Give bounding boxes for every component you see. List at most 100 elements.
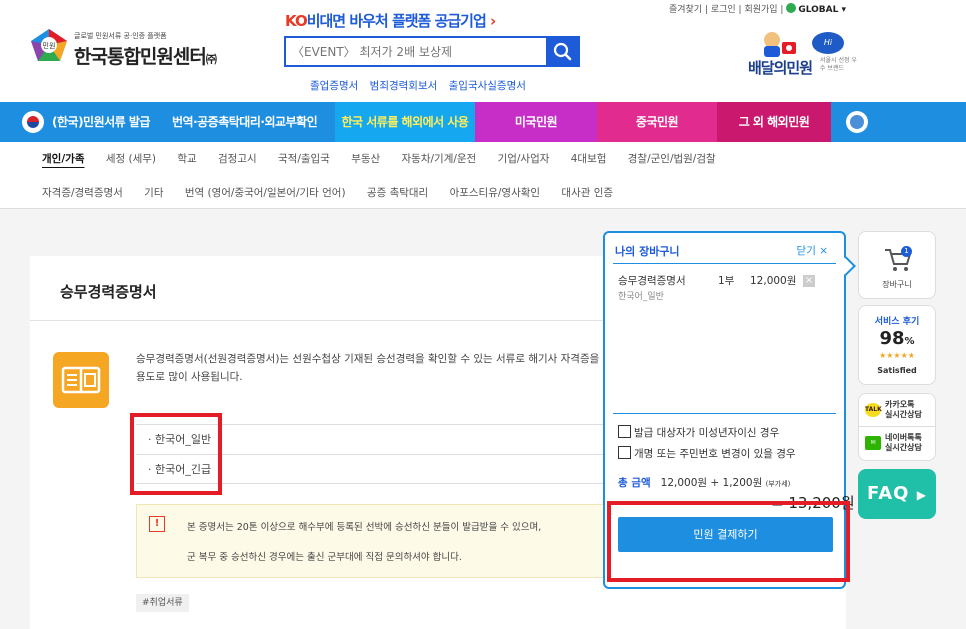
un-globe-icon[interactable] (846, 111, 868, 133)
name-change-checkbox[interactable]: 개명 또는 주민번호 변경이 있을 경우 (618, 446, 796, 461)
subnav-school[interactable]: 학교 (177, 153, 196, 165)
notice-line-1: 본 증명서는 20톤 이상으로 해수부에 등록된 선박에 승선하신 분들이 발급… (187, 522, 542, 533)
review-score: 98% (879, 328, 915, 349)
document-icon (53, 352, 109, 408)
global-label: GLOBAL (798, 5, 839, 15)
rail-cart-button[interactable]: 1 장바구니 (858, 231, 936, 299)
total-label: 총 금액 (618, 477, 651, 489)
logo-pentagon-icon: 민원 (31, 29, 67, 61)
logo-subtitle: 글로벌 민원서류 공·인증 플랫폼 (74, 32, 167, 40)
nav-use-abroad[interactable]: 한국 서류를 해외에서 사용 (335, 102, 475, 142)
name-change-label: 개명 또는 주민번호 변경이 있을 경우 (634, 448, 796, 460)
subnav-tax[interactable]: 세정 (세무) (106, 153, 156, 165)
main-nav: (한국)민원서류 발급 번역·공증촉탁대리·외교부확인 한국 서류를 해외에서 … (0, 102, 966, 142)
cart-count-badge: 1 (901, 246, 912, 257)
service-review-widget[interactable]: 서비스 후기 98% ★★★★★ Satisfied (858, 305, 936, 385)
quick-link-immigration[interactable]: 출입국사실증명서 (449, 80, 526, 92)
logo-name: 한국통합민원센터㈜ (74, 46, 217, 68)
global-link[interactable]: GLOBAL ▾ (786, 3, 846, 15)
subnav-realestate[interactable]: 부동산 (351, 153, 380, 165)
subnav-translation[interactable]: 번역 (영어/중국어/일본어/기타 언어) (185, 187, 346, 199)
checkbox-box[interactable] (618, 425, 631, 438)
minor-applicant-label: 발급 대상자가 미성년자이신 경우 (634, 427, 780, 439)
subnav-personal-family[interactable]: 개인/가족 (42, 153, 84, 165)
subnav-notary[interactable]: 공증 촉탁대리 (367, 187, 428, 199)
subnav-business[interactable]: 기업/사업자 (498, 153, 550, 165)
remove-item-icon[interactable]: × (803, 275, 815, 287)
kakao-label: 카카오톡 실시간상담 (885, 400, 922, 419)
subnav-certificates[interactable]: 자격증/경력증명서 (42, 187, 123, 199)
subnav-row2: 자격증/경력증명서 기타 번역 (영어/중국어/일본어/기타 언어) 공증 촉탁… (42, 185, 631, 200)
play-icon: ▶ (916, 488, 927, 502)
nav-translation-notary[interactable]: 번역·공증촉탁대리·외교부확인 (172, 102, 318, 142)
highlight-pay-button (607, 501, 850, 582)
review-status: Satisfied (877, 366, 917, 375)
delivery-character-icon (764, 32, 796, 57)
subnav-police-court[interactable]: 경찰/군인/법원/검찰 (628, 153, 716, 165)
review-stars-icon: ★★★★★ (879, 351, 915, 360)
total-formula: 12,000원 + 1,200원 (660, 477, 763, 489)
nav-other-countries[interactable]: 그 외 해외민원 (717, 102, 831, 142)
rail-cart-label: 장바구니 (882, 280, 912, 289)
signup-link[interactable]: 회원가입 (744, 5, 777, 15)
total-vat: (부가세) (765, 480, 791, 488)
subnav-insurance[interactable]: 4대보험 (571, 153, 607, 165)
naver-label: 네이버톡톡 실시간상담 (885, 433, 922, 452)
subnav-row1: 개인/가족 세정 (세무) 학교 검정고시 국적/출입국 부동산 자동차/기계/… (42, 151, 734, 166)
kakao-chat-button[interactable]: TALK 카카오톡 실시간상담 (858, 393, 936, 427)
warning-icon: ! (149, 516, 165, 532)
faq-label: FAQ (867, 483, 910, 504)
subnav-nationality[interactable]: 국적/출입국 (278, 153, 330, 165)
svg-text:민원: 민원 (43, 41, 56, 50)
cart-bottom-divider (613, 413, 836, 414)
delivery-badge[interactable]: Hi Seoul 배달의민원 서울시 선정 우수 브랜드 (748, 28, 888, 78)
chevron-right-icon: › (485, 12, 496, 30)
subnav-embassy[interactable]: 대사관 인증 (561, 187, 613, 199)
voucher-banner[interactable]: KO비대면 바우처 플랫폼 공급기업 › (285, 10, 560, 32)
kakao-talk-icon: TALK (865, 403, 882, 417)
subnav-ged[interactable]: 검정고시 (218, 153, 257, 165)
cart-close-button[interactable]: 닫기 × (797, 243, 828, 258)
subnav-vehicle[interactable]: 자동차/기계/운전 (402, 153, 477, 165)
subnav-etc[interactable]: 기타 (144, 187, 163, 199)
notice-line-2: 군 복무 중 승선하신 경우에는 출신 군부대에 직접 문의하셔야 합니다. (187, 552, 462, 563)
search-box (284, 36, 580, 67)
nav-usa[interactable]: 미국민원 (475, 102, 597, 142)
naver-talk-icon: ✉ (865, 436, 881, 450)
checkbox-box[interactable] (618, 446, 631, 459)
hi-seoul-logo: Hi Seoul (812, 32, 844, 69)
search-input[interactable] (286, 38, 544, 65)
nav-china[interactable]: 중국민원 (597, 102, 717, 142)
subnav-apostille[interactable]: 아포스티유/영사확인 (450, 187, 540, 199)
page-title: 승무경력증명서 (60, 283, 157, 301)
badge-caption: 서울시 선정 우수 브랜드 (820, 57, 857, 72)
cart-title: 나의 장바구니 (615, 245, 680, 258)
cart-item-price: 12,000원 (750, 275, 797, 287)
bookmark-link[interactable]: 즐겨찾기 (669, 5, 702, 15)
utility-links: 즐겨찾기 | 로그인 | 회원가입 | GLOBAL ▾ (668, 3, 846, 15)
search-button[interactable] (546, 38, 578, 65)
naver-talk-button[interactable]: ✉ 네이버톡톡 실시간상담 (858, 427, 936, 461)
minor-applicant-checkbox[interactable]: 발급 대상자가 미성년자이신 경우 (618, 425, 779, 440)
faq-button[interactable]: FAQ ▶ (858, 469, 936, 519)
cart-item-name: 승무경력증명서 (618, 275, 686, 287)
site-logo[interactable]: 민원 글로벌 민원서류 공·인증 플랫폼 한국통합민원센터㈜ (30, 26, 250, 68)
globe-icon (786, 3, 797, 13)
quick-link-criminal-record[interactable]: 범죄경력회보서 (370, 80, 438, 92)
cart-total: 총 금액 12,000원 + 1,200원 (부가세) (618, 475, 790, 490)
login-link[interactable]: 로그인 (711, 5, 736, 15)
highlight-variants (130, 413, 222, 495)
nav-korea-documents[interactable]: (한국)민원서류 발급 (52, 102, 150, 142)
banner-text: 비대면 바우처 플랫폼 공급기업 (306, 12, 487, 30)
document-description: 승무경력증명서(선원경력증명서)는 선원수첩상 기재된 승선경력을 확인할 수 … (136, 353, 600, 383)
cart-item-type: 한국어_일반 (618, 292, 664, 302)
cart-item-qty: 1부 (718, 275, 735, 287)
hashtag[interactable]: #취업서류 (136, 594, 189, 612)
notice-box: ! 본 증명서는 20톤 이상으로 해수부에 등록된 선박에 승선하신 분들이 … (136, 504, 606, 578)
search-icon (553, 42, 572, 61)
page: 즐겨찾기 | 로그인 | 회원가입 | GLOBAL ▾ 민원 글로벌 민원서류… (0, 0, 966, 629)
korea-flag-icon (22, 111, 44, 133)
cart-top-divider (613, 263, 836, 264)
quick-link-graduation[interactable]: 졸업증명서 (310, 80, 358, 92)
badge-title: 배달의민원 (748, 59, 813, 77)
